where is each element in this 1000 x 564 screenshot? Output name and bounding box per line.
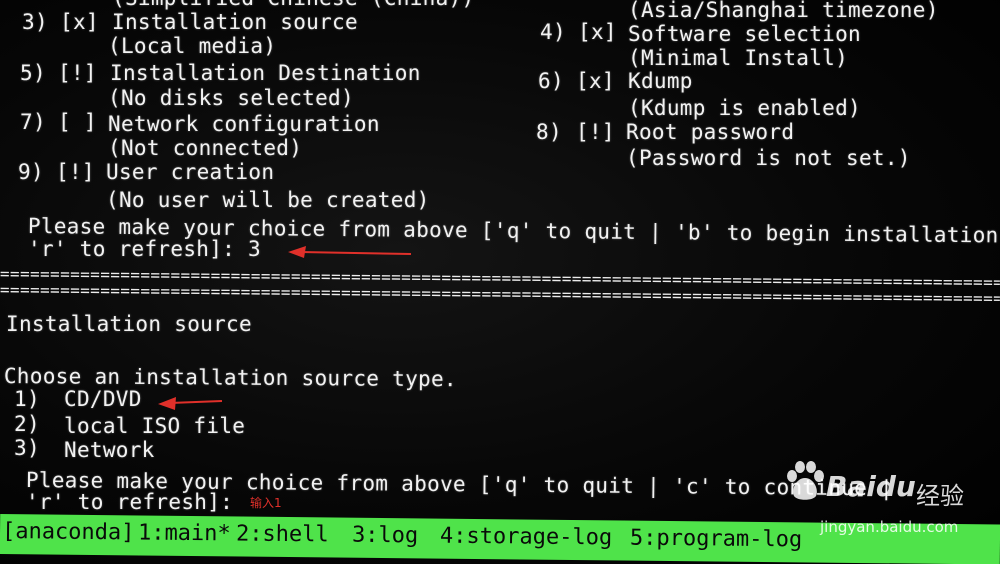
tmux-window-main[interactable]: 1:main* <box>138 515 231 552</box>
watermark-brand: Baidu <box>826 470 916 503</box>
item-6-mark: [x] <box>576 69 615 93</box>
source-prompt-line-2[interactable]: 'r' to refresh]: <box>26 490 233 514</box>
annotation-input-hint: 输入1 <box>250 496 282 510</box>
watermark-cn: 经验 <box>916 482 964 510</box>
source-option-3-number: 3) <box>14 436 40 460</box>
item-3-title: Installation source <box>112 10 358 34</box>
item-5-status: (No disks selected) <box>108 86 354 110</box>
annotation-arrow-cd-dvd <box>158 397 223 410</box>
source-option-network[interactable]: Network <box>64 438 155 462</box>
item-4-number: 4) <box>540 20 566 44</box>
item-9-status: (No user will be created) <box>106 188 430 212</box>
item-9-mark: [!] <box>56 160 95 184</box>
item-7-number: 7) <box>20 110 46 134</box>
item-4-status: (Minimal Install) <box>628 46 849 70</box>
item-6-number: 6) <box>538 69 564 93</box>
item-9-number: 9) <box>18 160 44 184</box>
item-4-mark: [x] <box>578 20 617 44</box>
source-option-2-number: 2) <box>14 412 40 436</box>
tmux-window-program-log[interactable]: 5:program-log <box>630 521 803 559</box>
item-5-mark: [!] <box>58 61 97 85</box>
item-8-mark: [!] <box>576 120 615 144</box>
source-option-cd-dvd[interactable]: CD/DVD <box>64 387 142 411</box>
partial-language-status: (Simplified Chinese (China)) <box>112 0 474 10</box>
paw-logo-icon <box>787 461 824 500</box>
summary-prompt-line-2[interactable]: 'r' to refresh]: 3 <box>28 237 261 261</box>
baidu-jingyan-watermark: Baidu 经验 jingyan.baidu.com <box>780 456 980 546</box>
item-8-status: (Password is not set.) <box>626 146 911 170</box>
source-screen-title: Installation source <box>6 312 252 336</box>
tmux-window-storage-log[interactable]: 4:storage-log <box>440 519 613 557</box>
item-4-title: Software selection <box>628 22 861 46</box>
item-3-status: (Local media) <box>108 34 277 58</box>
item-9-title: User creation <box>106 160 275 184</box>
watermark-url: jingyan.baidu.com <box>820 518 959 536</box>
item-7-status: (Not connected) <box>108 136 303 160</box>
source-option-local-iso[interactable]: local ISO file <box>64 414 245 438</box>
item-7-mark: [ ] <box>58 110 97 134</box>
item-3-number: 3) <box>22 10 48 34</box>
tmux-window-shell[interactable]: 2:shell <box>236 516 329 553</box>
tmux-window-log[interactable]: 3:log <box>352 518 419 555</box>
terminal-screen: (Simplified Chinese (China)) (Asia/Shang… <box>0 0 1000 564</box>
item-6-title: Kdump <box>628 69 693 93</box>
annotation-arrow-choice-3 <box>288 246 412 258</box>
item-7-title: Network configuration <box>108 112 380 136</box>
item-5-title: Installation Destination <box>110 61 421 85</box>
partial-timezone-status: (Asia/Shanghai timezone) <box>628 0 939 22</box>
tmux-session-name: [anaconda] <box>1 519 135 546</box>
item-3-mark: [x] <box>60 10 99 34</box>
item-6-status: (Kdump is enabled) <box>628 96 861 120</box>
item-5-number: 5) <box>20 61 46 85</box>
source-option-1-number: 1) <box>14 387 40 411</box>
item-8-title: Root password <box>626 120 795 144</box>
item-8-number: 8) <box>536 120 562 144</box>
